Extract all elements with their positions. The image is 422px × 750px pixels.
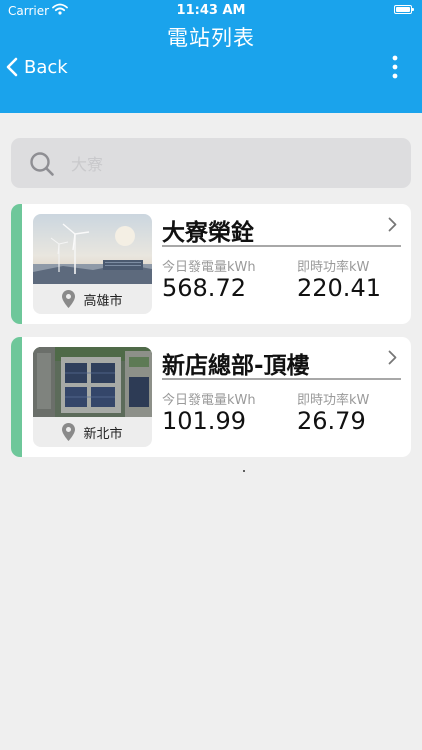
status-time: 11:43 AM xyxy=(176,3,246,18)
page-title: 電站列表 xyxy=(167,26,255,50)
realtime-power-label: 即時功率kW xyxy=(297,260,370,275)
realtime-power-label: 即時功率kW xyxy=(297,393,370,408)
map-pin-icon xyxy=(62,423,76,441)
station-card-xindian[interactable]: 新北市 新店總部-頂樓 今日發電量kWh 101.99 即時功率kW 26.79 xyxy=(11,337,411,457)
station-city: 高雄市 xyxy=(83,293,123,309)
card-accent-bar xyxy=(11,337,22,457)
chevron-right-icon xyxy=(388,350,397,365)
daily-energy-label: 今日發電量kWh xyxy=(162,260,256,275)
more-options-icon[interactable] xyxy=(388,54,402,80)
status-bar: Carrier 11:43 AM xyxy=(0,0,422,22)
station-name: 大寮榮銓 xyxy=(162,213,401,247)
daily-energy-value: 568.72 xyxy=(162,274,246,302)
station-location: 新北市 xyxy=(33,417,152,447)
card-accent-bar xyxy=(11,204,22,324)
back-label: Back xyxy=(24,56,68,78)
station-name: 新店總部-頂樓 xyxy=(162,346,401,380)
search-icon xyxy=(30,152,54,176)
station-card-dalio[interactable]: 高雄市 大寮榮銓 今日發電量kWh 568.72 即時功率kW 220.41 xyxy=(11,204,411,324)
search-bar[interactable] xyxy=(11,138,411,188)
nav-header: Carrier 11:43 AM 電站列表 Back xyxy=(0,0,422,113)
daily-energy-value: 101.99 xyxy=(162,407,246,435)
station-city: 新北市 xyxy=(83,426,123,442)
chevron-right-icon xyxy=(388,217,397,232)
realtime-power-value: 220.41 xyxy=(297,274,381,302)
daily-energy-label: 今日發電量kWh xyxy=(162,393,256,408)
chevron-left-icon xyxy=(6,57,18,77)
search-input[interactable] xyxy=(69,148,393,180)
realtime-power-value: 26.79 xyxy=(297,407,366,435)
station-image-wind-turbines xyxy=(33,214,152,284)
battery-icon xyxy=(394,5,414,14)
station-location: 高雄市 xyxy=(33,284,152,314)
station-image-rooftop-solar xyxy=(33,347,152,417)
map-pin-icon xyxy=(62,290,76,308)
loading-indicator-dot xyxy=(243,470,245,472)
back-button[interactable]: Back xyxy=(6,54,68,80)
